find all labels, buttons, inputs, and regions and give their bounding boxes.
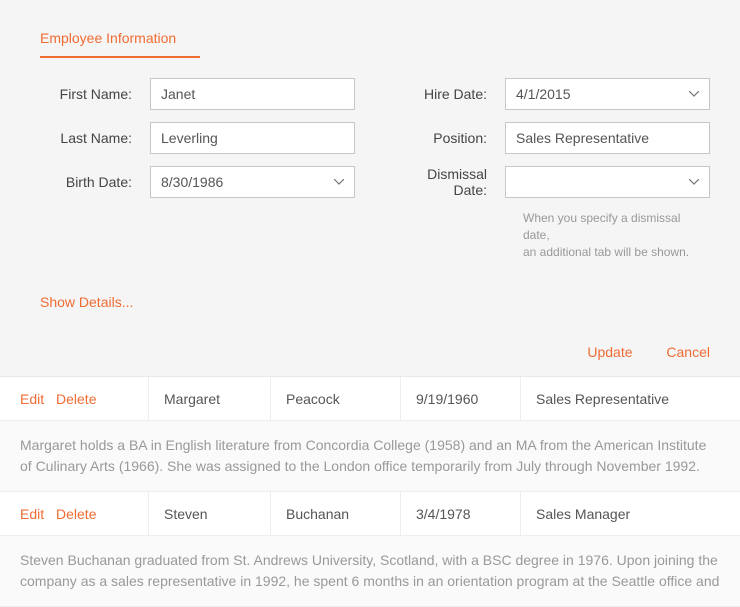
dropdown-birth-date[interactable]: 8/30/1986 (150, 166, 355, 198)
row-hire-date: Hire Date: 4/1/2015 (395, 78, 710, 110)
delete-link[interactable]: Delete (56, 391, 96, 407)
edit-link[interactable]: Edit (20, 391, 44, 407)
row-birth-date: Birth Date: 8/30/1986 (40, 166, 355, 198)
delete-link[interactable]: Delete (56, 506, 96, 522)
label-position: Position: (395, 130, 505, 146)
tab-employee-info[interactable]: Employee Information (40, 30, 200, 58)
label-birth-date: Birth Date: (40, 174, 150, 190)
form-column-right: Hire Date: 4/1/2015 Position: Sales Repr… (395, 78, 710, 260)
cell-position: Sales Manager (520, 492, 740, 535)
dropdown-birth-date-value: 8/30/1986 (161, 174, 223, 190)
form-column-left: First Name: Janet Last Name: Leverling B… (40, 78, 355, 260)
input-first-name[interactable]: Janet (150, 78, 355, 110)
dropdown-hire-date-value: 4/1/2015 (516, 86, 571, 102)
form-grid: First Name: Janet Last Name: Leverling B… (30, 78, 710, 260)
hint-line-2: an additional tab will be shown. (523, 245, 689, 259)
dropdown-hire-date[interactable]: 4/1/2015 (505, 78, 710, 110)
label-first-name: First Name: (40, 86, 150, 102)
row-bio: Margaret holds a BA in English literatur… (0, 421, 740, 492)
chevron-down-icon (689, 91, 699, 97)
row-actions: Edit Delete (0, 391, 148, 407)
row-bio: Steven Buchanan graduated from St. Andre… (0, 536, 740, 607)
label-last-name: Last Name: (40, 130, 150, 146)
show-details-link[interactable]: Show Details... (40, 294, 133, 310)
edit-link[interactable]: Edit (20, 506, 44, 522)
cell-last-name: Buchanan (270, 492, 400, 535)
chevron-down-icon (334, 179, 344, 185)
hint-line-1: When you specify a dismissal date, (523, 211, 680, 242)
cell-date: 3/4/1978 (400, 492, 520, 535)
label-hire-date: Hire Date: (395, 86, 505, 102)
row-position: Position: Sales Representative (395, 122, 710, 154)
row-actions: Edit Delete (0, 506, 148, 522)
edit-panel: Employee Information First Name: Janet L… (0, 0, 740, 377)
row-dismissal-date: Dismissal Date: (395, 166, 710, 198)
input-position[interactable]: Sales Representative (505, 122, 710, 154)
tab-row: Employee Information (40, 30, 710, 58)
input-last-name[interactable]: Leverling (150, 122, 355, 154)
input-first-name-value: Janet (161, 86, 195, 102)
chevron-down-icon (689, 179, 699, 185)
cell-first-name: Margaret (148, 377, 270, 420)
update-button[interactable]: Update (587, 344, 632, 360)
cell-date: 9/19/1960 (400, 377, 520, 420)
label-dismissal-date: Dismissal Date: (395, 166, 505, 198)
dropdown-dismissal-date[interactable] (505, 166, 710, 198)
cell-last-name: Peacock (270, 377, 400, 420)
cancel-button[interactable]: Cancel (666, 344, 710, 360)
dismissal-hint: When you specify a dismissal date, an ad… (523, 210, 710, 260)
form-buttons: Update Cancel (30, 330, 710, 376)
row-last-name: Last Name: Leverling (40, 122, 355, 154)
row-first-name: First Name: Janet (40, 78, 355, 110)
dismissal-hint-text: When you specify a dismissal date, an ad… (523, 210, 710, 260)
cell-position: Sales Representative (520, 377, 740, 420)
table-row: Edit Delete Margaret Peacock 9/19/1960 S… (0, 377, 740, 421)
input-position-value: Sales Representative (516, 130, 649, 146)
table-row: Edit Delete Steven Buchanan 3/4/1978 Sal… (0, 492, 740, 536)
input-last-name-value: Leverling (161, 130, 218, 146)
cell-first-name: Steven (148, 492, 270, 535)
